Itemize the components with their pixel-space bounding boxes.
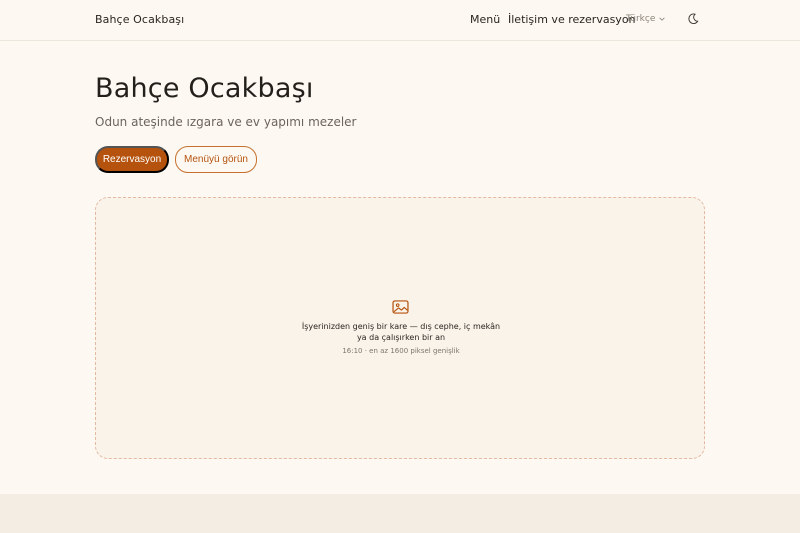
nav-link-contact[interactable]: İletişim ve rezervasyon [508,13,636,26]
moon-icon[interactable] [686,12,700,26]
chevron-down-icon [659,17,666,21]
view-menu-button[interactable]: Menüyü görün [175,146,257,173]
page-title: Bahçe Ocakbaşı [95,73,314,104]
image-icon [392,300,409,314]
language-selector[interactable]: Türkçe [626,14,666,24]
placeholder-description: İşyerinizden geniş bir kare — dış cephe,… [301,322,501,342]
page-subtitle: Odun ateşinde ızgara ve ev yapımı mezele… [95,115,357,129]
footer-section [0,494,800,533]
image-placeholder[interactable]: İşyerinizden geniş bir kare — dış cephe,… [95,197,705,459]
brand-name[interactable]: Bahçe Ocakbaşı [95,13,184,26]
placeholder-hint: 16:10 · en az 1600 piksel genişlik [342,347,460,355]
top-navigation-bar: Bahçe Ocakbaşı Menü İletişim ve rezervas… [0,0,800,41]
language-label: Türkçe [626,14,656,24]
nav-link-menu[interactable]: Menü [470,13,500,26]
reservation-button[interactable]: Rezervasyon [95,146,169,173]
